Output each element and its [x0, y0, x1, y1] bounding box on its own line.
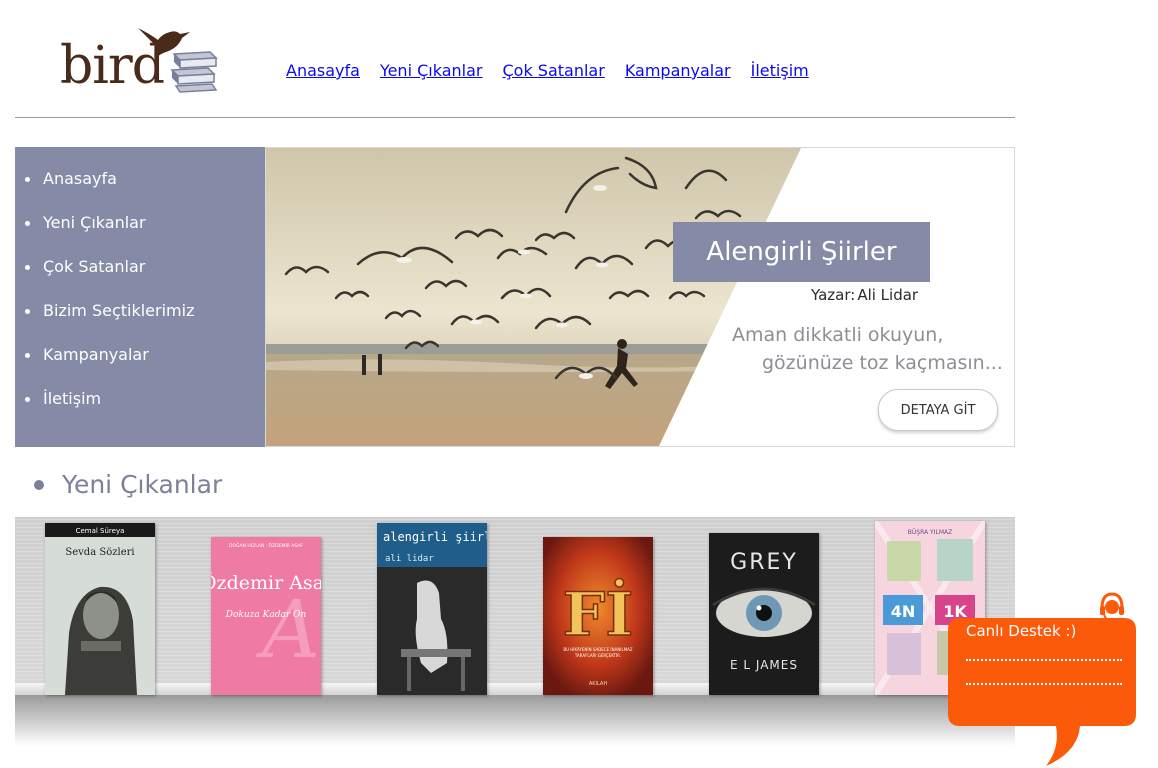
book-3-author: ali lidar — [385, 554, 434, 564]
book-6-author: BÜŞRA YILMAZ — [908, 529, 952, 536]
book-cover-sevda-sozleri[interactable]: Cemal Süreya Sevda Sözleri — [45, 523, 155, 695]
book-cover-alengirli-siirler[interactable]: alengirli şiirler ali lidar — [377, 523, 487, 695]
section-title: Yeni Çıkanlar — [62, 470, 223, 499]
svg-text:A: A — [255, 583, 320, 676]
top-nav: Anasayfa Yeni Çıkanlar Çok Satanlar Kamp… — [286, 61, 809, 80]
chat-dotted-line — [966, 659, 1122, 661]
book-5-author: E L JAMES — [730, 658, 798, 672]
book-2-author: DOĞAN HIZLAN · ÖZDEMİR ASAF — [229, 542, 303, 549]
hero-tagline-line2: gözünüze toz kaçmasın... — [762, 352, 1003, 374]
hero-banner[interactable]: Alengirli Şiirler Yazar: Ali Lidar Aman … — [265, 147, 1015, 447]
book-5-title: GREY — [730, 550, 798, 575]
hero-author: Yazar: Ali Lidar — [811, 286, 918, 304]
book-4-tagline: BU HİKÂYENİN SADECE İNANILMAZ TARAFLARI … — [563, 647, 633, 658]
book-cover-fi[interactable]: Fİ BU HİKÂYENİN SADECE İNANILMAZ TARAFLA… — [543, 537, 653, 695]
shelf-shadow — [15, 695, 1015, 768]
sidebar-item-yeni-cikanlar[interactable]: Yeni Çıkanlar — [25, 212, 265, 256]
sidebar-item-iletisim[interactable]: İletişim — [25, 388, 265, 432]
sidebar-item-cok-satanlar[interactable]: Çok Satanlar — [25, 256, 265, 300]
nav-link-cok-satanlar[interactable]: Çok Satanlar — [502, 61, 604, 80]
nav-link-iletisim[interactable]: İletişim — [751, 61, 809, 80]
header-divider — [15, 117, 1015, 118]
book-1-title: Sevda Sözleri — [65, 547, 134, 558]
nav-link-kampanyalar[interactable]: Kampanyalar — [625, 61, 731, 80]
bullet-icon — [34, 479, 44, 490]
detail-button[interactable]: DETAYA GİT — [878, 389, 998, 431]
chat-dotted-line — [966, 683, 1122, 685]
nav-link-anasayfa[interactable]: Anasayfa — [286, 61, 360, 80]
book-cover-ozdemir-asaf[interactable]: DOĞAN HIZLAN · ÖZDEMİR ASAF A Özdemir As… — [211, 537, 321, 695]
nav-link-yeni-cikanlar[interactable]: Yeni Çıkanlar — [380, 61, 483, 80]
sidebar-item-bizim-sectiklerimiz[interactable]: Bizim Seçtiklerimiz — [25, 300, 265, 344]
hero-author-label: Yazar: — [811, 286, 856, 304]
hero-title: Alengirli Şiirler — [673, 222, 930, 282]
hero-author-name: Ali Lidar — [857, 286, 919, 304]
book-3-title: alengirli şiirler — [383, 530, 487, 544]
sidebar-item-anasayfa[interactable]: Anasayfa — [25, 168, 265, 212]
book-cover-grey[interactable]: GREY E L JAMES — [709, 533, 819, 695]
book-2-title: Özdemir Asaf — [211, 571, 321, 594]
sidebar-menu: Anasayfa Yeni Çıkanlar Çok Satanlar Bizi… — [15, 147, 265, 432]
live-support-widget[interactable]: Canlı Destek :) — [948, 592, 1138, 768]
shelf-board — [15, 683, 1015, 695]
chat-bubble-shape — [948, 592, 1136, 766]
books-icon — [170, 51, 218, 93]
book-shelf: Cemal Süreya Sevda Sözleri DOĞAN HIZLAN … — [15, 517, 1015, 768]
logo[interactable]: bird — [58, 22, 228, 100]
chat-label: Canlı Destek :) — [966, 622, 1077, 640]
book-1-author: Cemal Süreya — [76, 527, 125, 535]
new-releases-heading: Yeni Çıkanlar — [34, 470, 222, 499]
sidebar-item-kampanyalar[interactable]: Kampanyalar — [25, 344, 265, 388]
book-6-title-a: 4N — [891, 602, 916, 621]
sidebar: Anasayfa Yeni Çıkanlar Çok Satanlar Bizi… — [15, 147, 265, 447]
headset-icon — [1100, 592, 1124, 622]
hero-tagline-line1: Aman dikkatli okuyun, — [732, 324, 944, 346]
book-2-subtitle: Dokuza Kadar On — [225, 610, 307, 620]
book-4-title: Fİ — [563, 578, 634, 650]
book-4-author: AKILAH — [589, 681, 607, 687]
